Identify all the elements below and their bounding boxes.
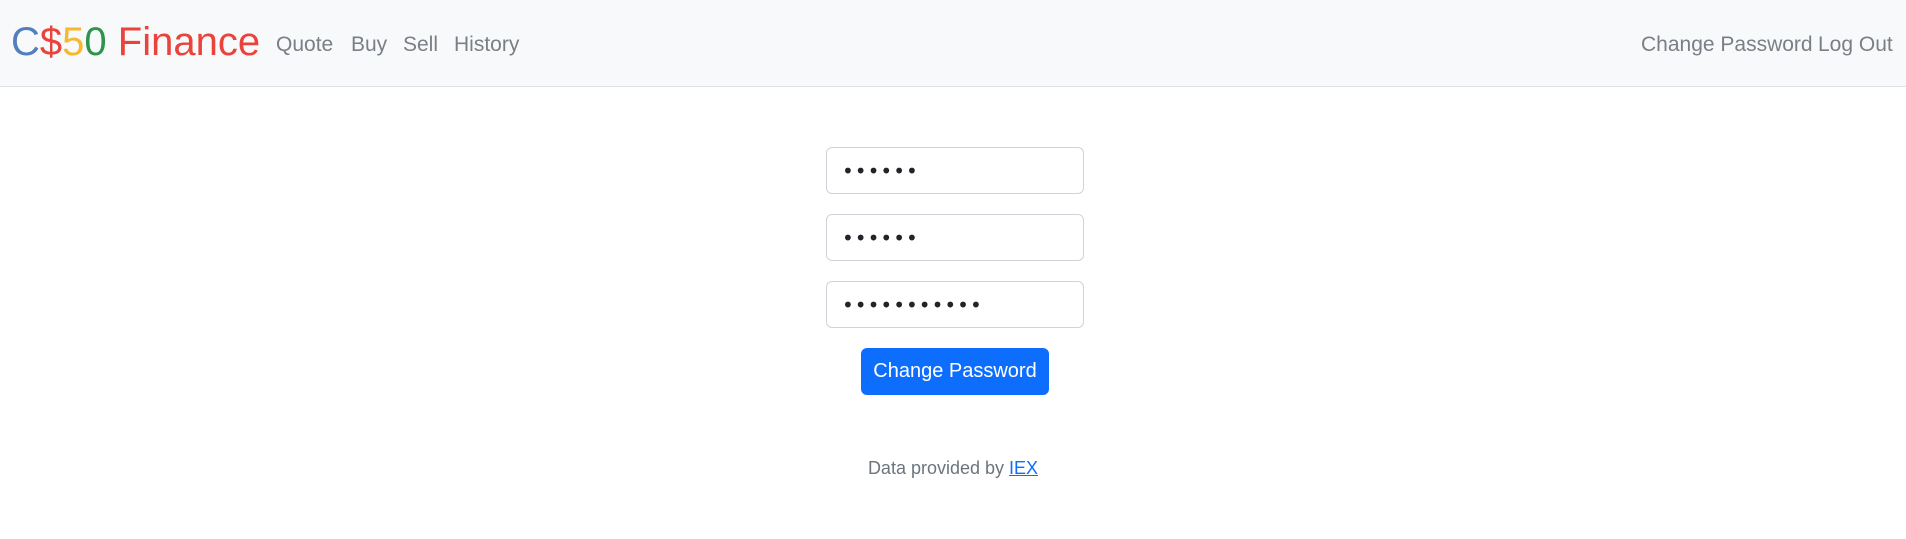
nav-sell-link[interactable]: Sell bbox=[403, 31, 438, 59]
footer-text: Data provided by bbox=[867, 458, 1010, 478]
brand-dollar: $ bbox=[39, 20, 63, 64]
brand-digit-0: 0 bbox=[84, 20, 107, 64]
nav-quote-link[interactable]: Quote bbox=[276, 31, 333, 59]
footer: Data provided by IEX bbox=[0, 456, 1906, 480]
new-password-field[interactable] bbox=[826, 214, 1084, 261]
change-password-button[interactable]: Change Password bbox=[861, 348, 1049, 395]
nav-logout-link[interactable]: Log Out bbox=[1818, 31, 1893, 59]
brand-finance: Finance bbox=[106, 20, 261, 64]
nav-change-password-link[interactable]: Change Password bbox=[1641, 31, 1813, 59]
nav-buy-link[interactable]: Buy bbox=[351, 31, 387, 59]
navbar: C$50 Finance Quote Buy Sell History Chan… bbox=[0, 0, 1906, 87]
brand-letter-c: C bbox=[11, 20, 40, 64]
brand-digit-5: 5 bbox=[62, 20, 85, 64]
current-password-field[interactable] bbox=[826, 147, 1084, 194]
iex-link[interactable]: IEX bbox=[1009, 458, 1038, 478]
brand-logo-link[interactable]: C$50 Finance bbox=[11, 18, 260, 66]
nav-history-link[interactable]: History bbox=[454, 31, 519, 59]
confirm-password-field[interactable] bbox=[826, 281, 1084, 328]
